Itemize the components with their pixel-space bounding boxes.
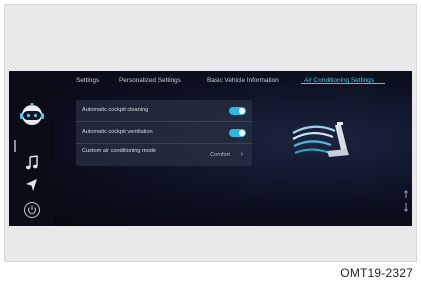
setting-label: Automatic cockpit cleaning	[82, 107, 149, 113]
setting-label: Custom air conditioning mode	[82, 148, 156, 154]
tab-personalized-settings[interactable]: Personalized Settings	[119, 77, 181, 84]
tab-basic-vehicle-information[interactable]: Basic Vehicle Information	[207, 77, 279, 84]
infotainment-screen: Settings Personalized Settings Basic Veh…	[9, 71, 412, 226]
setting-row-cockpit-cleaning: Automatic cockpit cleaning	[76, 100, 252, 122]
cockpit-cleaning-toggle[interactable]	[229, 107, 246, 115]
setting-label: Automatic cockpit ventilation	[82, 129, 153, 135]
chevron-right-icon: ›	[240, 151, 243, 158]
sidebar-scroll-indicator	[14, 140, 16, 152]
left-sidebar	[9, 71, 54, 226]
toggle-knob	[239, 130, 245, 136]
volume-scroll-control-icon[interactable]	[403, 189, 409, 215]
setting-row-cockpit-ventilation: Automatic cockpit ventilation	[76, 122, 252, 144]
toggle-knob	[239, 108, 245, 114]
active-tab-underline	[301, 83, 385, 85]
cockpit-ventilation-toggle[interactable]	[229, 129, 246, 137]
custom-ac-mode-value: Comfort	[210, 152, 230, 158]
setting-row-custom-ac-mode[interactable]: Custom air conditioning mode Comfort ›	[76, 144, 252, 166]
music-note-icon[interactable]	[23, 154, 41, 172]
settings-panel: Automatic cockpit cleaning Automatic coc…	[76, 100, 252, 166]
navigation-arrow-icon[interactable]	[23, 176, 41, 194]
figure-caption: OMT19-2327	[340, 266, 413, 280]
power-icon[interactable]	[23, 201, 41, 219]
car-seat-airflow-illustration	[292, 122, 349, 157]
tab-settings[interactable]: Settings	[76, 77, 99, 84]
robot-assistant-icon[interactable]	[19, 102, 45, 128]
